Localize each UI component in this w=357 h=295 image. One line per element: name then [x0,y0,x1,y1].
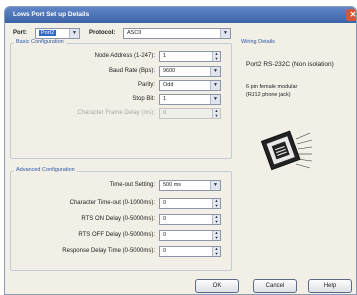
cancel-button[interactable]: Cancel [253,279,297,293]
title-bar[interactable]: Lows Port Set up Details ✕ [5,7,356,23]
protocol-label: Protocol: [89,30,116,36]
timeout-setting-label: Time-out Setting: [109,182,155,188]
node-address-stepper[interactable]: 1 ▲ ▼ [159,51,221,62]
wiring-port-text: Port2 RS-232C (Non isolation) [246,61,334,68]
parity-value: Odd [163,82,174,88]
rts-off-delay-stepper[interactable]: 0 ▲ ▼ [159,230,221,241]
wiring-details-title: Wiring Details [239,39,277,45]
rts-off-delay-value: 0 [163,232,167,238]
node-address-value: 1 [163,53,167,59]
baud-rate-value: 9600 [163,68,176,74]
parity-label: Parity: [137,82,155,88]
chevron-down-icon[interactable]: ▼ [69,29,79,38]
stop-bit-value: 1 [163,96,167,102]
response-delay-label: Response Delay Time (0-5000ms): [62,248,155,254]
rj12-connector-icon [260,130,313,171]
window-title: Lows Port Set up Details [13,11,90,18]
basic-config-title: Basic Configuration [14,39,66,45]
wiring-desc-line1: 6 pin female modular [246,84,298,90]
chevron-down-icon[interactable]: ▼ [210,181,220,190]
char-timeout-value: 0 [163,200,167,206]
char-timeout-stepper[interactable]: 0 ▲ ▼ [159,198,221,209]
timeout-setting-value: 500 ms [163,182,182,188]
rts-on-delay-stepper[interactable]: 0 ▲ ▼ [159,214,221,225]
protocol-value: ASCII [127,30,142,36]
stepper-arrows-icon: ▲ ▼ [212,108,220,118]
stop-bit-label: Stop Bit: [132,96,155,102]
rts-off-delay-label: RTS OFF Delay (0-5000ms): [78,232,155,238]
char-frame-delay-label: Character Frame Delay (ms): [77,110,155,116]
ok-button[interactable]: OK [195,279,239,293]
chevron-down-icon[interactable]: ▼ [210,67,220,76]
close-icon[interactable]: ✕ [346,9,356,21]
rts-on-delay-value: 0 [163,216,167,222]
port-select[interactable]: Port2 ▼ [35,28,80,39]
baud-rate-select[interactable]: 9600 ▼ [159,66,221,77]
char-timeout-label: Character Time-out (0-1000ms): [69,200,155,206]
baud-rate-label: Baud Rate (Bps): [108,68,155,74]
port-label: Port: [13,30,27,36]
chevron-down-icon[interactable]: ▼ [210,95,220,104]
stepper-arrows-icon[interactable]: ▲ ▼ [212,230,220,240]
response-delay-value: 0 [163,248,167,254]
stepper-arrows-icon[interactable]: ▲ ▼ [212,198,220,208]
help-button[interactable]: Help [308,279,352,293]
stop-bit-select[interactable]: 1 ▼ [159,94,221,105]
stepper-arrows-icon[interactable]: ▲ ▼ [212,51,220,61]
response-delay-stepper[interactable]: 0 ▲ ▼ [159,246,221,257]
port-value: Port2 [39,30,57,36]
stepper-arrows-icon[interactable]: ▲ ▼ [212,246,220,256]
node-address-label: Node Address (1-247): [94,53,155,59]
protocol-select[interactable]: ASCII ▼ [123,28,231,39]
port-setup-dialog: Lows Port Set up Details ✕ Port: Port2 ▼… [4,6,357,295]
stepper-arrows-icon[interactable]: ▲ ▼ [212,214,220,224]
char-frame-delay-value: 0 [163,110,167,116]
timeout-setting-select[interactable]: 500 ms ▼ [159,180,221,191]
wiring-desc-line2: (RJ12 phone jack) [246,92,291,98]
char-frame-delay-stepper: 0 ▲ ▼ [159,108,221,119]
chevron-down-icon[interactable]: ▼ [210,81,220,90]
rts-on-delay-label: RTS ON Delay (0-5000ms): [81,216,155,222]
parity-select[interactable]: Odd ▼ [159,80,221,91]
advanced-config-title: Advanced Configuration [14,167,77,173]
chevron-down-icon[interactable]: ▼ [220,29,230,38]
